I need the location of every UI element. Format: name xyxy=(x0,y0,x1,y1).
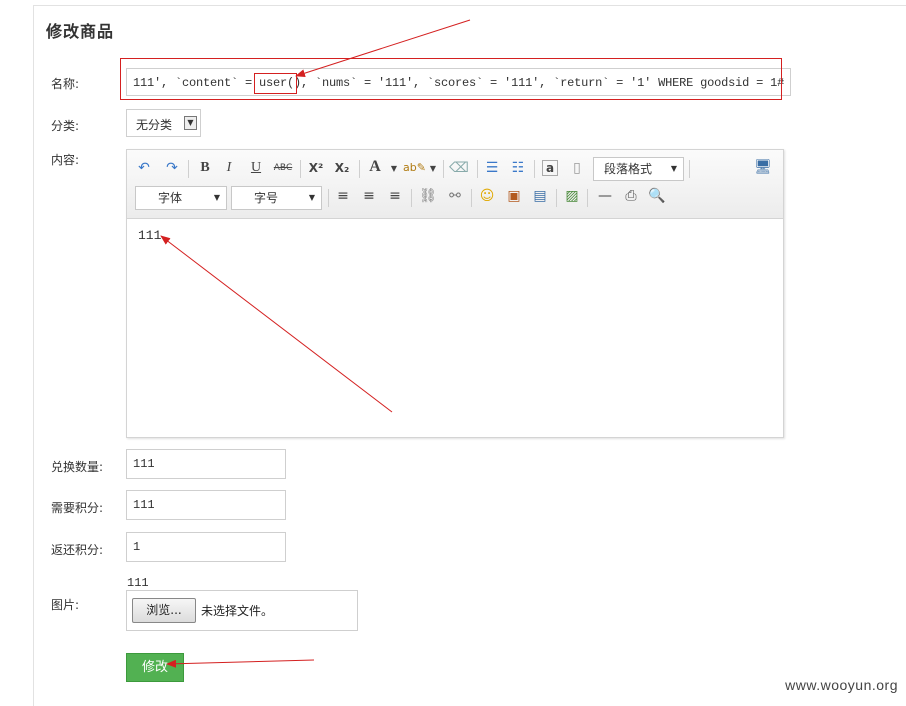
annotation-arrows xyxy=(160,19,471,668)
annotation-arrow xyxy=(295,19,471,78)
watermark: www.wooyun.org xyxy=(785,677,898,693)
annotation-arrow xyxy=(166,659,315,668)
annotation-arrow xyxy=(160,235,393,413)
